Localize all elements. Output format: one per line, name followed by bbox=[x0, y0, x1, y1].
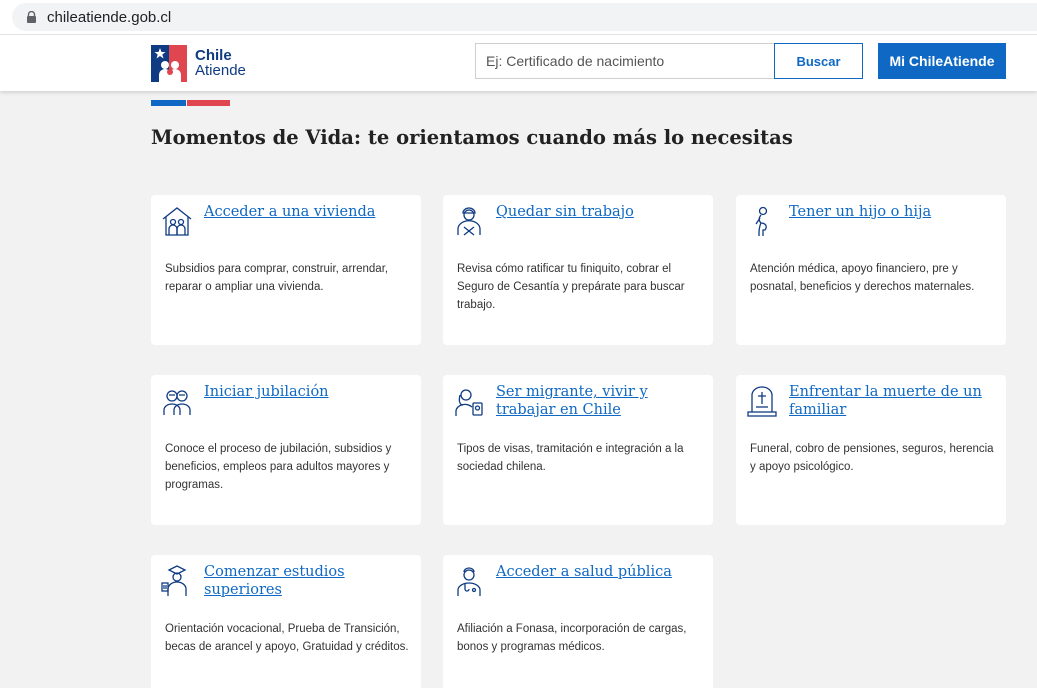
card-title-link[interactable]: Comenzar estudios superiores bbox=[204, 563, 414, 599]
migrant-passport-icon bbox=[455, 389, 483, 416]
card-description: Afiliación a Fonasa, incorporación de ca… bbox=[457, 623, 687, 653]
card-description: Atención médica, apoyo financiero, pre y… bbox=[750, 263, 975, 293]
search-input[interactable] bbox=[475, 43, 775, 79]
accent-stripe bbox=[151, 100, 230, 106]
search-button[interactable]: Buscar bbox=[774, 43, 863, 79]
life-moment-card[interactable]: Enfrentar la muerte de un familiar Funer… bbox=[736, 375, 1006, 525]
pregnant-woman-icon bbox=[755, 206, 768, 237]
card-description: Orientación vocacional, Prueba de Transi… bbox=[165, 623, 409, 653]
card-description: Funeral, cobro de pensiones, seguros, he… bbox=[750, 443, 994, 473]
browser-bar: chileatiende.gob.cl bbox=[0, 0, 1037, 35]
site-header: Chile Atiende Buscar Mi ChileAtiende bbox=[0, 35, 1037, 91]
doctor-icon bbox=[457, 567, 481, 596]
life-moment-card[interactable]: Ser migrante, vivir y trabajar en Chile … bbox=[443, 375, 713, 525]
life-moment-card[interactable]: Iniciar jubilación Conoce el proceso de … bbox=[151, 375, 421, 525]
card-description: Subsidios para comprar, construir, arren… bbox=[165, 263, 389, 293]
card-title-link[interactable]: Tener un hijo o hija bbox=[789, 203, 999, 221]
tombstone-icon bbox=[747, 386, 777, 417]
life-moment-card[interactable]: Tener un hijo o hija Atención médica, ap… bbox=[736, 195, 1006, 345]
life-moment-card[interactable]: Acceder a una vivienda Subsidios para co… bbox=[151, 195, 421, 345]
elderly-couple-icon bbox=[163, 390, 191, 415]
card-description: Revisa cómo ratificar tu finiquito, cobr… bbox=[457, 263, 685, 311]
card-title-link[interactable]: Acceder a una vivienda bbox=[204, 203, 414, 221]
address-bar[interactable]: chileatiende.gob.cl bbox=[12, 3, 1037, 31]
mi-chileatiende-button[interactable]: Mi ChileAtiende bbox=[878, 43, 1006, 79]
student-icon bbox=[161, 565, 187, 596]
card-title-link[interactable]: Quedar sin trabajo bbox=[496, 203, 706, 221]
worker-icon bbox=[457, 207, 481, 236]
card-title-link[interactable]: Enfrentar la muerte de un familiar bbox=[789, 383, 999, 419]
lock-icon bbox=[27, 11, 36, 23]
section-title: Momentos de Vida: te orientamos cuando m… bbox=[151, 126, 793, 149]
chileatiende-logo[interactable]: Chile Atiende bbox=[151, 44, 246, 82]
card-title-link[interactable]: Ser migrante, vivir y trabajar en Chile bbox=[496, 383, 706, 419]
card-title-link[interactable]: Iniciar jubilación bbox=[204, 383, 414, 401]
card-title-link[interactable]: Acceder a salud pública bbox=[496, 563, 706, 581]
life-moment-card[interactable]: Comenzar estudios superiores Orientación… bbox=[151, 555, 421, 688]
life-moment-card[interactable]: Acceder a salud pública Afiliación a Fon… bbox=[443, 555, 713, 688]
url-text[interactable]: chileatiende.gob.cl bbox=[47, 9, 171, 26]
logo-mark-icon bbox=[151, 44, 187, 82]
life-moment-card[interactable]: Quedar sin trabajo Revisa cómo ratificar… bbox=[443, 195, 713, 345]
house-family-icon bbox=[162, 207, 192, 236]
logo-text-atiende: Atiende bbox=[195, 62, 246, 79]
card-description: Conoce el proceso de jubilación, subsidi… bbox=[165, 443, 392, 491]
logo-text-chile: Chile bbox=[195, 47, 232, 64]
card-description: Tipos de visas, tramitación e integració… bbox=[457, 443, 684, 473]
